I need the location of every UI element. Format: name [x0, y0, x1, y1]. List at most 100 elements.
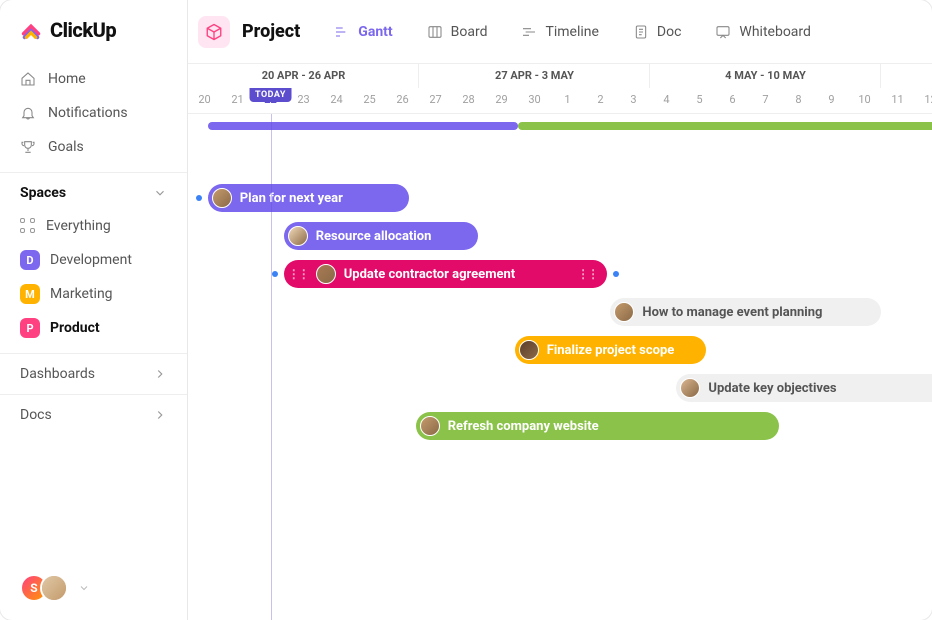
task-bar[interactable]: Finalize project scope: [515, 336, 706, 364]
brand-name: ClickUp: [50, 18, 116, 42]
day-label: 4: [650, 88, 683, 113]
space-badge: M: [20, 284, 40, 304]
task-bar[interactable]: Update key objectives: [676, 374, 932, 402]
task-bar[interactable]: How to manage event planning: [610, 298, 881, 326]
avatar: [680, 378, 700, 398]
days-row: 2021222324252627282930123456789101112TOD…: [188, 88, 932, 113]
view-label: Doc: [657, 24, 682, 40]
spaces-list: Everything D Development M Marketing P P…: [0, 209, 187, 353]
day-label: 1: [551, 88, 584, 113]
board-icon: [427, 24, 443, 40]
chevron-right-icon: [153, 367, 167, 381]
task-label: Update key objectives: [708, 381, 836, 396]
chevron-right-icon: [153, 408, 167, 422]
day-label: 20: [188, 88, 221, 113]
view-board[interactable]: Board: [413, 14, 502, 50]
view-whiteboard[interactable]: Whiteboard: [701, 14, 825, 50]
space-badge: P: [20, 318, 40, 338]
avatar: [420, 416, 440, 436]
clickup-logo-icon: [20, 19, 42, 41]
user-menu[interactable]: S: [0, 556, 187, 620]
drag-handle[interactable]: ⋮⋮: [288, 267, 308, 281]
timeline-header: 20 APR - 26 APR27 APR - 3 MAY4 MAY - 10 …: [188, 64, 932, 114]
day-label: 30: [518, 88, 551, 113]
space-badge: D: [20, 250, 40, 270]
topbar: Project Gantt Board Timeline Doc Whitebo…: [188, 0, 932, 64]
task-bar[interactable]: Resource allocation: [284, 222, 479, 250]
weeks-row: 20 APR - 26 APR27 APR - 3 MAY4 MAY - 10 …: [188, 64, 932, 88]
task-bar[interactable]: Refresh company website: [416, 412, 779, 440]
nav-dashboards[interactable]: Dashboards: [0, 353, 187, 394]
nav-docs-label: Docs: [20, 407, 52, 423]
avatar: [316, 264, 336, 284]
task-label: Plan for next year: [240, 191, 343, 206]
view-label: Gantt: [358, 24, 392, 40]
bell-icon: [20, 105, 36, 121]
day-label: 24: [320, 88, 353, 113]
today-badge: TODAY: [249, 88, 292, 102]
space-product[interactable]: P Product: [8, 311, 179, 345]
day-label: 8: [782, 88, 815, 113]
space-everything[interactable]: Everything: [8, 209, 179, 243]
day-label: 28: [452, 88, 485, 113]
view-timeline[interactable]: Timeline: [507, 14, 612, 50]
day-label: 5: [683, 88, 716, 113]
chevron-down-icon: [78, 582, 90, 594]
gantt-chart[interactable]: Plan for next yearResource allocation⋮⋮U…: [188, 114, 932, 620]
task-bar[interactable]: Plan for next year: [208, 184, 409, 212]
nav-primary: Home Notifications Goals: [0, 58, 187, 172]
gantt-icon: [334, 24, 350, 40]
avatar-stack: S: [20, 574, 68, 602]
trophy-icon: [20, 139, 36, 155]
week-label: 20 APR - 26 APR: [188, 64, 419, 88]
project-title: Project: [242, 21, 300, 42]
day-label: 3: [617, 88, 650, 113]
dependency-dot[interactable]: [196, 195, 202, 201]
spaces-title: Spaces: [20, 185, 66, 201]
nav-notifications[interactable]: Notifications: [8, 96, 179, 130]
space-development[interactable]: D Development: [8, 243, 179, 277]
day-label: 12: [914, 88, 932, 113]
dependency-dot[interactable]: [613, 271, 619, 277]
task-label: How to manage event planning: [642, 305, 822, 320]
task-label: Refresh company website: [448, 419, 599, 434]
dependency-dot[interactable]: [272, 271, 278, 277]
week-label: 4 MAY - 10 MAY: [650, 64, 881, 88]
avatar: [288, 226, 308, 246]
main-panel: Project Gantt Board Timeline Doc Whitebo…: [188, 0, 932, 620]
space-label: Development: [50, 252, 132, 268]
view-gantt[interactable]: Gantt: [320, 14, 406, 50]
space-label: Product: [50, 320, 100, 336]
view-label: Board: [451, 24, 488, 40]
task-bar[interactable]: ⋮⋮Update contractor agreement⋮⋮: [284, 260, 607, 288]
today-line: [271, 114, 272, 620]
day-label: 26: [386, 88, 419, 113]
spaces-header[interactable]: Spaces: [0, 172, 187, 209]
timeline-icon: [521, 24, 537, 40]
cube-icon: [205, 23, 223, 41]
project-icon[interactable]: [198, 16, 230, 48]
task-label: Finalize project scope: [547, 343, 675, 358]
nav-goals-label: Goals: [48, 139, 84, 155]
day-label: 11: [881, 88, 914, 113]
avatar: [212, 188, 232, 208]
day-label: 9: [815, 88, 848, 113]
nav-goals[interactable]: Goals: [8, 130, 179, 164]
view-label: Whiteboard: [739, 24, 811, 40]
view-doc[interactable]: Doc: [619, 14, 696, 50]
brand-logo[interactable]: ClickUp: [0, 0, 187, 58]
day-label: 10: [848, 88, 881, 113]
day-label: 29: [485, 88, 518, 113]
task-label: Resource allocation: [316, 229, 432, 244]
drag-handle[interactable]: ⋮⋮: [577, 267, 597, 281]
nav-home-label: Home: [48, 71, 86, 87]
nav-home[interactable]: Home: [8, 62, 179, 96]
view-label: Timeline: [545, 24, 598, 40]
nav-docs[interactable]: Docs: [0, 394, 187, 435]
space-marketing[interactable]: M Marketing: [8, 277, 179, 311]
day-label: 27: [419, 88, 452, 113]
doc-icon: [633, 24, 649, 40]
summary-bar: [518, 122, 932, 130]
home-icon: [20, 71, 36, 87]
summary-bar: [208, 122, 518, 130]
